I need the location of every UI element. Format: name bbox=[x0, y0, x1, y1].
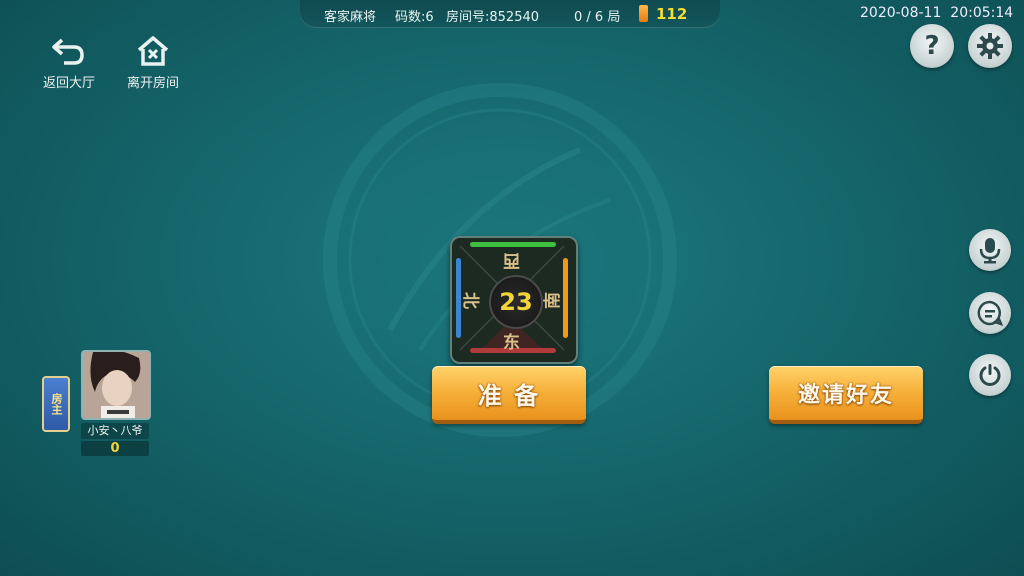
code-count: 码数:6 bbox=[395, 10, 434, 25]
ready-button[interactable]: 准 备 bbox=[432, 366, 586, 424]
time: 20:05:14 bbox=[950, 5, 1014, 21]
leave-label: 离开房间 bbox=[126, 76, 179, 91]
player-name: 小安丶八爷 bbox=[81, 423, 149, 439]
avatar[interactable] bbox=[81, 350, 151, 420]
coin-icon bbox=[639, 5, 648, 22]
player-portrait bbox=[83, 352, 149, 418]
settings-button[interactable] bbox=[968, 24, 1012, 68]
game-name: 客家麻将 bbox=[324, 10, 377, 25]
leave-room-button[interactable]: 离开房间 bbox=[120, 36, 186, 91]
power-button[interactable] bbox=[969, 354, 1011, 396]
help-icon: ? bbox=[924, 31, 940, 61]
voice-button[interactable] bbox=[969, 229, 1011, 271]
house-exit-icon bbox=[137, 36, 169, 66]
coin-count: 112 bbox=[656, 5, 688, 23]
back-to-lobby-button[interactable]: 返回大厅 bbox=[36, 36, 102, 91]
back-arrow-icon bbox=[52, 38, 84, 65]
room-owner-badge: 房主 bbox=[42, 376, 70, 432]
date: 2020-08-11 bbox=[860, 5, 942, 21]
direction-compass: 西 北 南 东 23 bbox=[450, 236, 578, 364]
compass-west: 西 bbox=[503, 250, 520, 270]
help-button[interactable]: ? bbox=[910, 24, 954, 68]
microphone-icon bbox=[979, 238, 1001, 264]
compass-bar-top bbox=[470, 242, 556, 247]
gear-icon bbox=[977, 33, 1003, 59]
remaining-count: 23 bbox=[489, 275, 543, 329]
compass-east: 东 bbox=[503, 333, 520, 353]
room-number: 房间号:852540 bbox=[446, 10, 540, 25]
invite-friends-button[interactable]: 邀请好友 bbox=[769, 366, 923, 424]
player-score: 0 bbox=[81, 441, 149, 456]
compass-north: 北 bbox=[460, 292, 480, 309]
round-progress: 0 / 6 局 bbox=[574, 10, 621, 25]
compass-bar-right bbox=[563, 258, 568, 338]
chat-icon bbox=[977, 300, 1003, 326]
room-info-bar: 客家麻将 码数:6 房间号:852540 0 / 6 局 112 bbox=[300, 0, 720, 28]
datetime: 2020-08-11 20:05:14 bbox=[860, 5, 1013, 21]
power-icon bbox=[979, 364, 1001, 386]
chat-button[interactable] bbox=[969, 292, 1011, 334]
back-label: 返回大厅 bbox=[42, 76, 95, 91]
